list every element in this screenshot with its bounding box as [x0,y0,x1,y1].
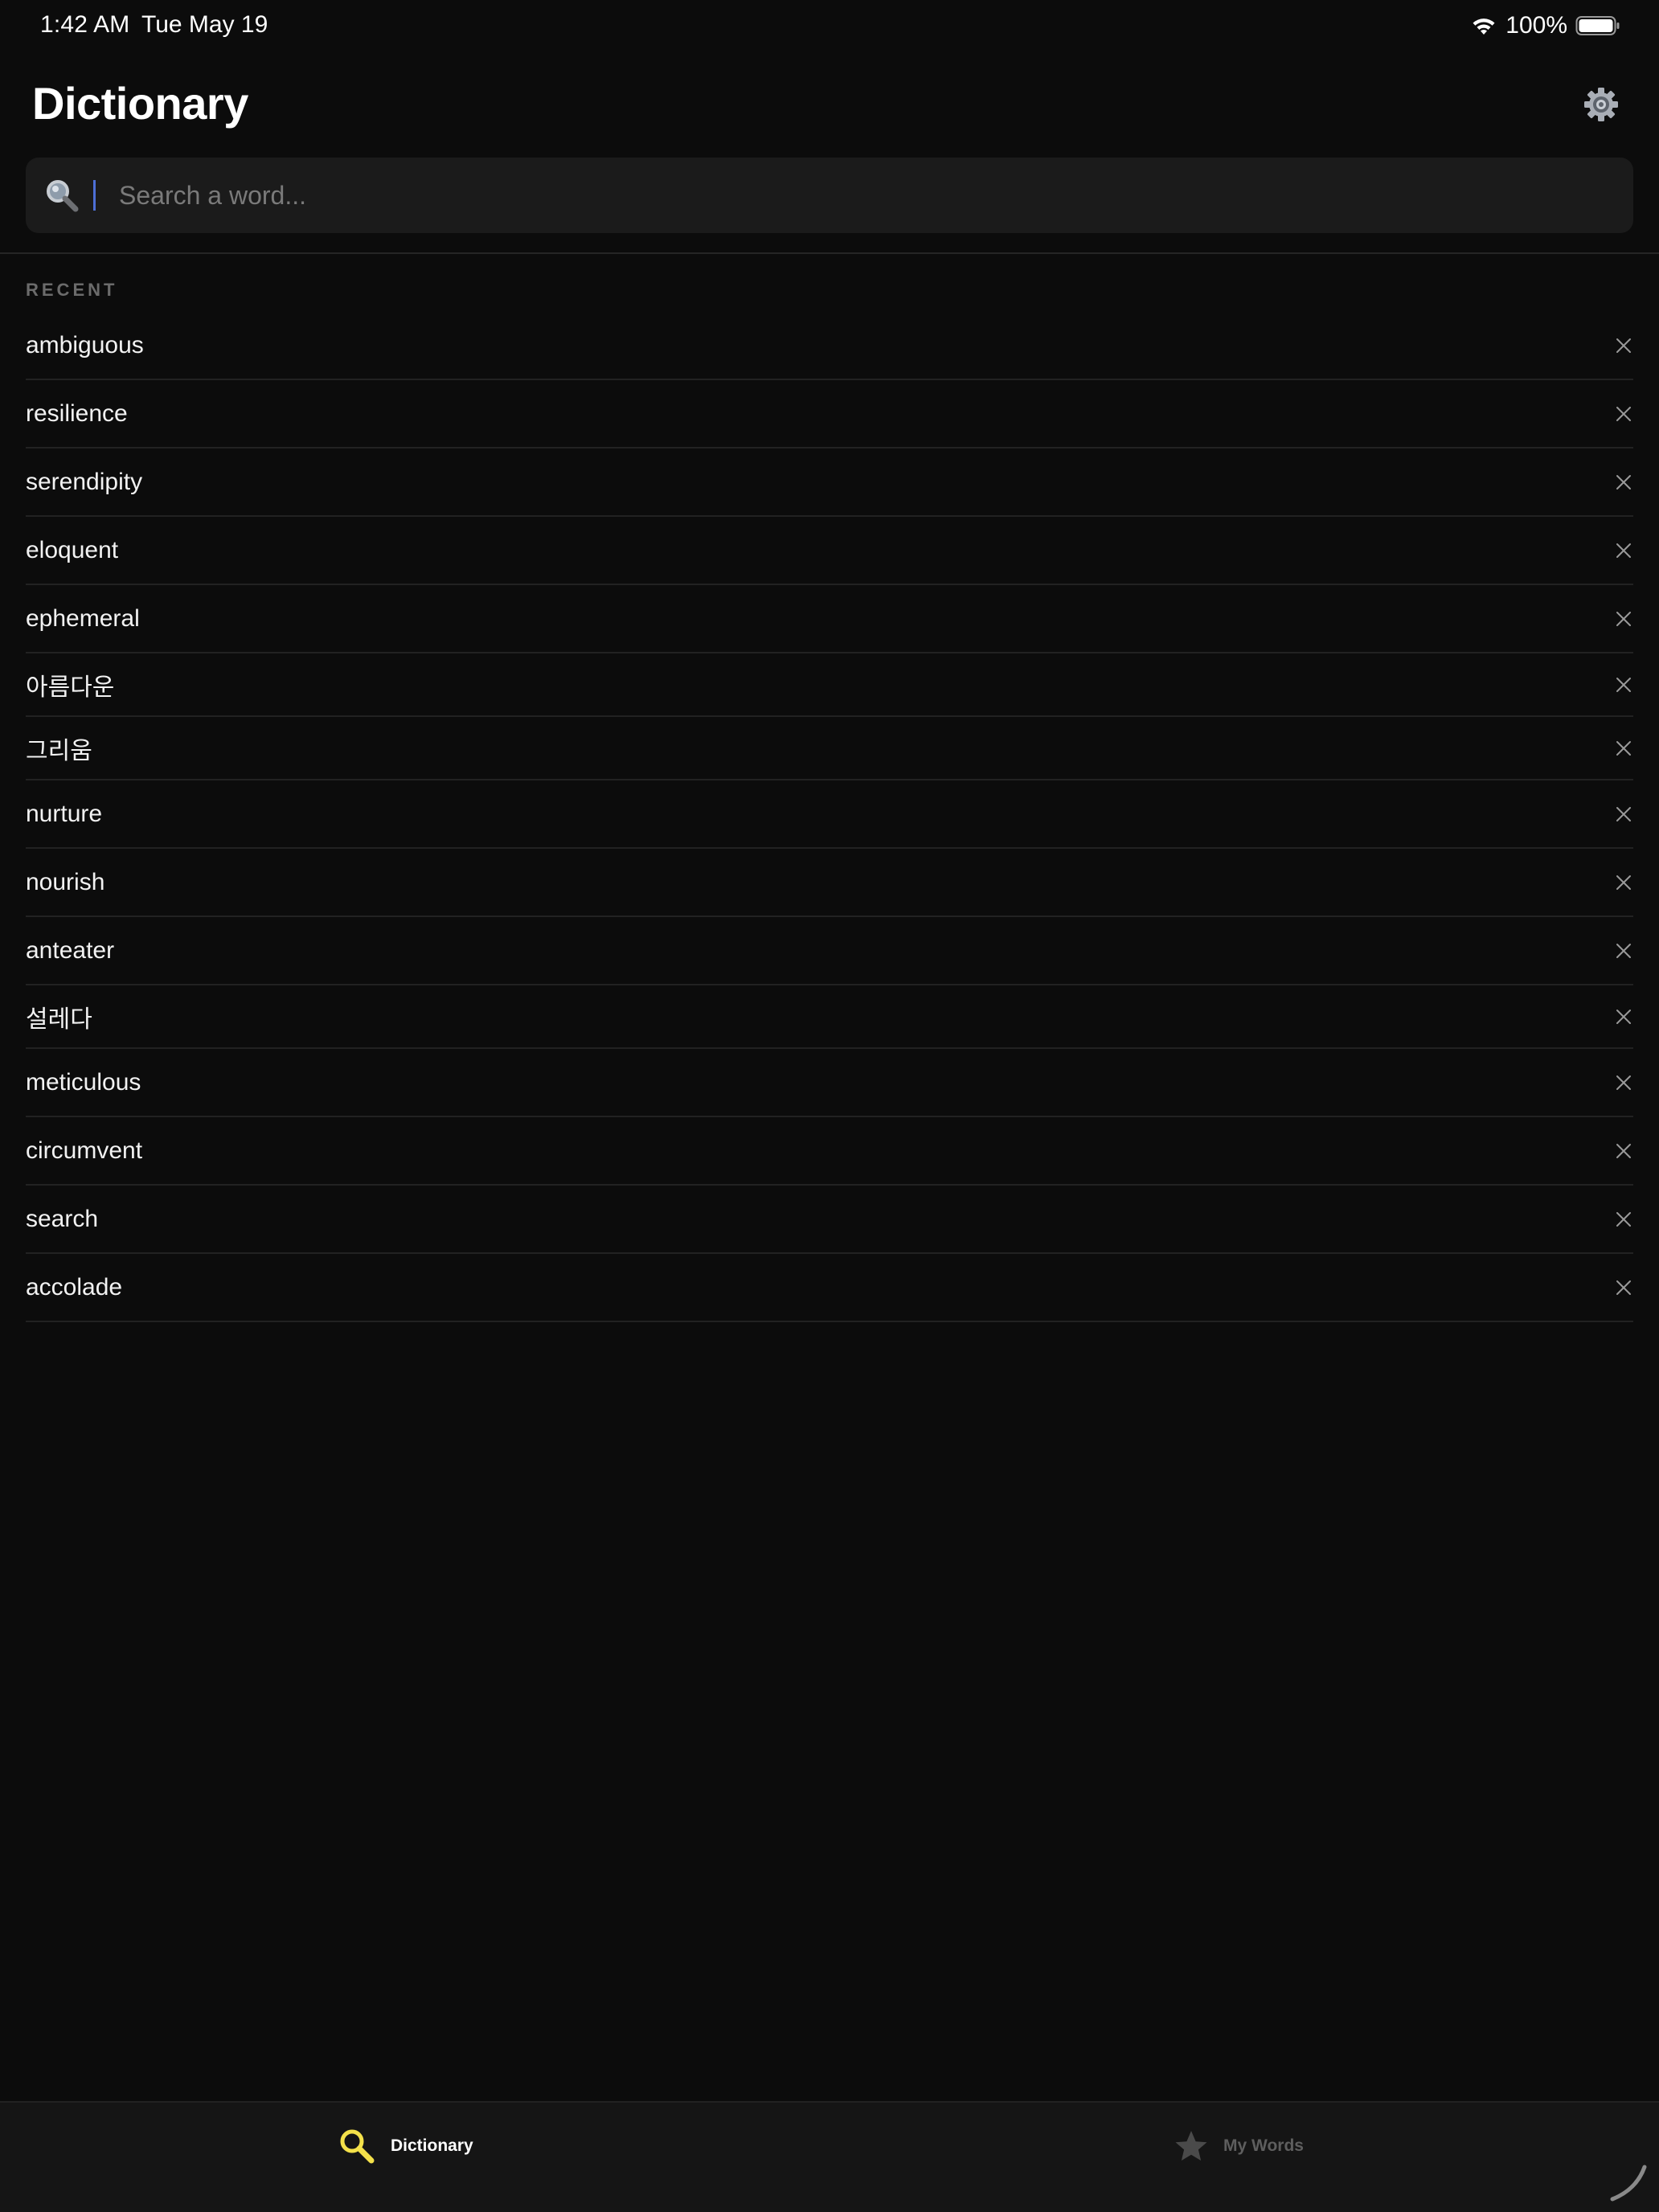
list-item[interactable]: meticulous [26,1049,1633,1117]
tab-dictionary[interactable]: Dictionary [338,2122,473,2170]
close-icon[interactable] [1614,941,1633,961]
word-label: anteater [26,936,115,964]
close-icon[interactable] [1614,609,1633,629]
list-item[interactable]: circumvent [26,1117,1633,1186]
close-icon[interactable] [1614,404,1633,424]
status-date: Tue May 19 [141,11,268,38]
close-icon[interactable] [1614,1007,1633,1026]
list-item[interactable]: nurture [26,780,1633,849]
search-icon [47,180,79,212]
word-label: serendipity [26,468,143,495]
resize-handle-icon[interactable] [1604,2159,1653,2207]
tab-label: My Words [1223,2136,1304,2155]
word-label: accolade [26,1273,123,1301]
magnifier-icon [340,2129,375,2164]
list-item[interactable]: anteater [26,917,1633,985]
close-icon[interactable] [1614,1141,1633,1161]
tab-bar: Dictionary My Words [0,2101,1659,2212]
close-icon[interactable] [1614,541,1633,560]
recent-list: ambiguous resilience serendipity eloquen… [26,312,1633,1322]
list-item[interactable]: accolade [26,1254,1633,1322]
word-label: circumvent [26,1137,143,1164]
word-label: nurture [26,800,103,827]
battery-icon [1575,16,1620,35]
word-label: ambiguous [26,331,144,358]
word-label: 설레다 [26,1005,92,1034]
search-bar[interactable] [26,158,1633,233]
search-input[interactable] [93,158,1612,233]
list-item[interactable]: eloquent [26,517,1633,585]
list-item[interactable]: 설레다 [26,985,1633,1049]
gear-icon [1584,88,1618,121]
wifi-icon [1473,18,1495,35]
list-item[interactable]: 그리움 [26,717,1633,780]
text-caret [93,180,96,211]
header: Dictionary [0,69,1659,143]
close-icon[interactable] [1614,336,1633,355]
divider [0,252,1659,254]
tab-label: Dictionary [391,2136,473,2155]
list-item[interactable]: ephemeral [26,585,1633,653]
settings-button[interactable] [1579,82,1624,127]
word-label: 아름다운 [26,673,115,702]
list-item[interactable]: search [26,1186,1633,1254]
close-icon[interactable] [1614,1073,1633,1092]
word-label: meticulous [26,1068,141,1096]
list-item[interactable]: serendipity [26,449,1633,517]
word-label: resilience [26,399,128,427]
list-item[interactable]: ambiguous [26,312,1633,380]
word-label: ephemeral [26,604,140,632]
list-item[interactable]: nourish [26,849,1633,917]
status-bar: 1:42 AM Tue May 19 100% [0,0,1659,51]
status-indicators: 100% [1470,10,1620,42]
word-label: nourish [26,868,105,895]
close-icon[interactable] [1614,473,1633,492]
word-label: eloquent [26,536,119,563]
section-label-recent: RECENT [26,280,118,300]
close-icon[interactable] [1614,805,1633,824]
battery-percent: 100% [1505,12,1567,39]
tab-my-words[interactable]: My Words [1174,2122,1304,2170]
close-icon[interactable] [1614,873,1633,892]
word-label: 그리움 [26,736,92,765]
status-time: 1:42 AM [40,11,130,38]
page-title: Dictionary [32,78,248,129]
list-item[interactable]: resilience [26,380,1633,449]
close-icon[interactable] [1614,675,1633,694]
close-icon[interactable] [1614,1210,1633,1229]
star-icon [1175,2131,1207,2161]
close-icon[interactable] [1614,1278,1633,1297]
list-item[interactable]: 아름다운 [26,653,1633,717]
close-icon[interactable] [1614,739,1633,758]
word-label: search [26,1205,99,1232]
